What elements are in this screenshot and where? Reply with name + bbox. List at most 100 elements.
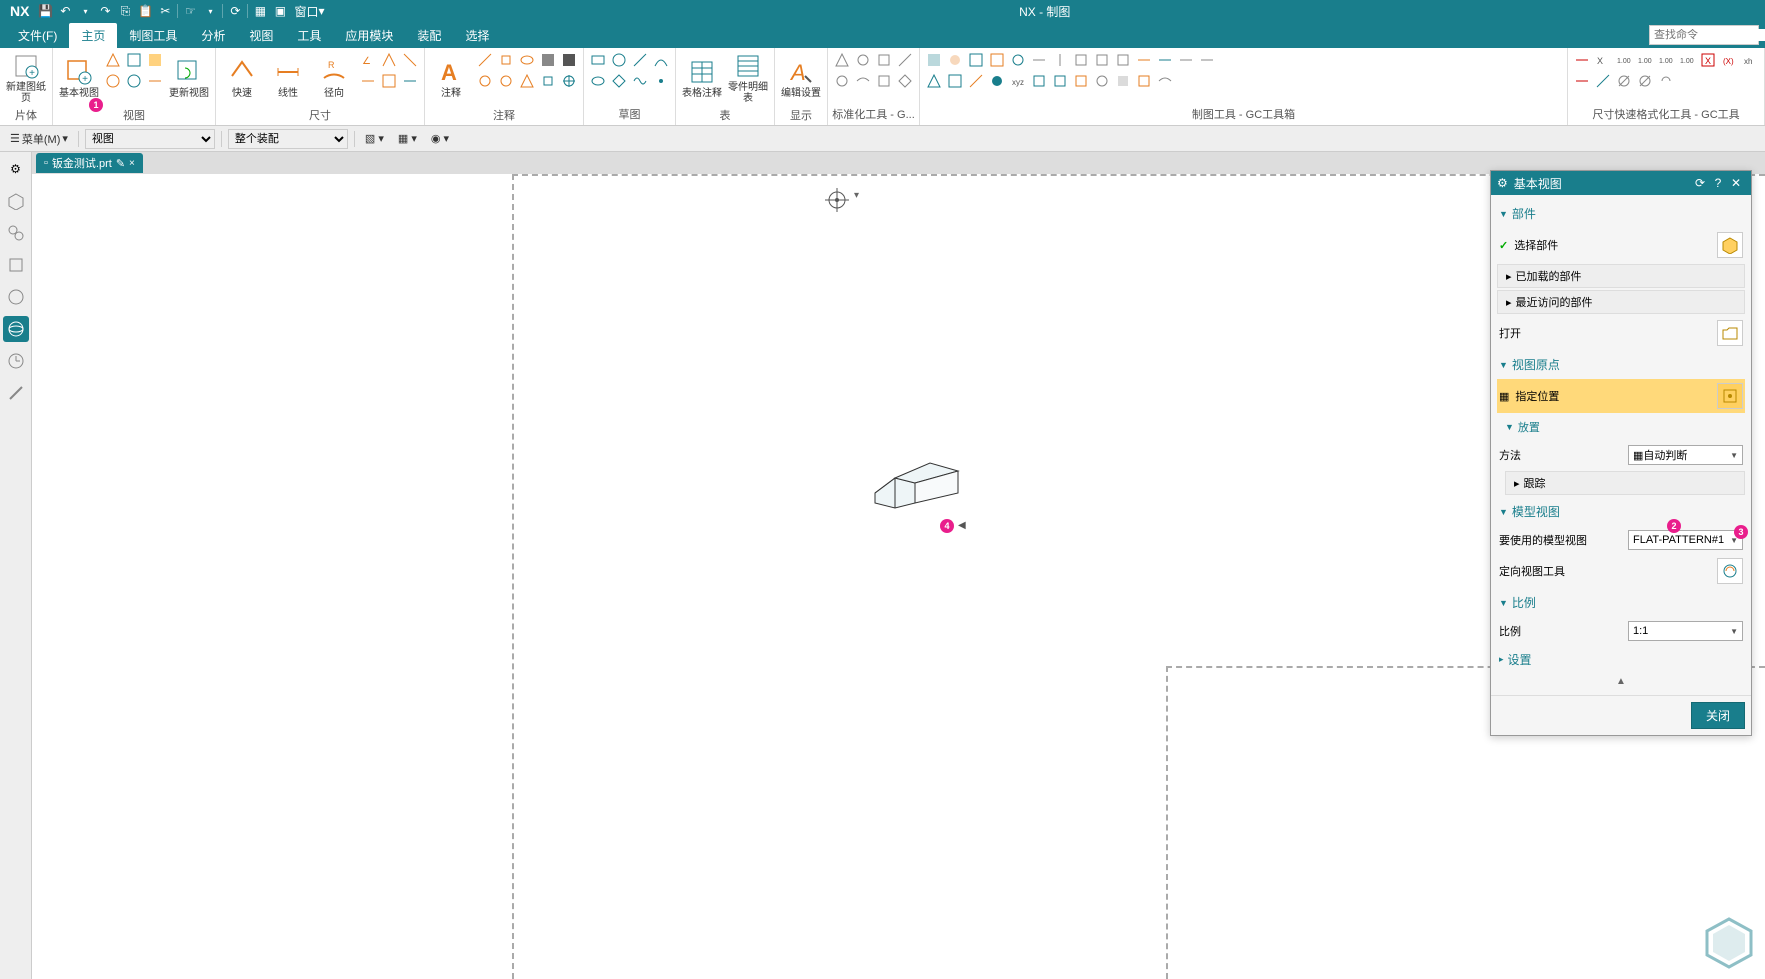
sketch-spline[interactable] (630, 71, 650, 91)
fmt-b1[interactable] (1572, 71, 1592, 91)
fmt-5[interactable]: 1.00 (1656, 50, 1676, 70)
gc-6[interactable] (1029, 50, 1049, 70)
rapid-dim-button[interactable]: 快速 (220, 50, 264, 106)
orient-tool-button[interactable] (1717, 558, 1743, 584)
ann-btn-10[interactable] (559, 71, 579, 91)
sketch-polygon[interactable] (609, 71, 629, 91)
tracking-row[interactable]: ▸跟踪 (1505, 471, 1745, 495)
std-3[interactable] (874, 50, 894, 70)
std-6[interactable] (853, 71, 873, 91)
touch-dropdown[interactable]: ▾ (200, 1, 220, 21)
select-part-icon-button[interactable] (1717, 232, 1743, 258)
menu-analysis[interactable]: 分析 (189, 23, 237, 48)
open-button[interactable] (1717, 320, 1743, 346)
fmt-b3[interactable] (1614, 71, 1634, 91)
view-btn-2[interactable] (124, 50, 144, 70)
gc-13[interactable] (1176, 50, 1196, 70)
method-combo[interactable]: ▦ 自动判断 ▼ (1628, 445, 1743, 465)
tb2-btn2[interactable]: ▦ ▾ (394, 130, 421, 147)
ann-btn-7[interactable] (496, 71, 516, 91)
menu-file[interactable]: 文件(F) (6, 23, 69, 48)
assembly-icon[interactable] (3, 220, 29, 246)
menu-assembly[interactable]: 装配 (405, 23, 453, 48)
update-view-button[interactable]: 更新视图 (167, 50, 211, 106)
fmt-b5[interactable] (1656, 71, 1676, 91)
gc-b7[interactable] (1050, 71, 1070, 91)
close-button[interactable]: 关闭 (1691, 702, 1745, 729)
linear-dim-button[interactable]: 线性 (266, 50, 310, 106)
search-input[interactable] (1650, 29, 1765, 41)
gear-icon[interactable]: ⚙ (1497, 176, 1508, 190)
section-view-origin[interactable]: ▼视图原点 (1497, 350, 1745, 379)
dialog-header[interactable]: ⚙ 基本视图 ⟳ ? ✕ (1491, 171, 1751, 195)
filter-select-2[interactable]: 整个装配 (228, 129, 348, 149)
new-sheet-button[interactable]: + 新建图纸页 (4, 50, 48, 106)
gc-4[interactable] (987, 50, 1007, 70)
radial-dim-button[interactable]: R 径向 (312, 50, 356, 106)
menu-select[interactable]: 选择 (453, 23, 501, 48)
ann-btn-8[interactable] (517, 71, 537, 91)
gc-b6[interactable] (1029, 71, 1049, 91)
dim-btn-3[interactable] (400, 50, 420, 70)
fmt-2[interactable]: X (1593, 50, 1613, 70)
tabular-note-button[interactable]: 表格注释 (680, 50, 724, 106)
sketch-circle[interactable] (609, 50, 629, 70)
view-btn-3[interactable] (145, 50, 165, 70)
repeat-icon[interactable]: ⟳ (225, 1, 245, 21)
tab-close-icon[interactable]: × (129, 158, 135, 169)
fmt-b2[interactable] (1593, 71, 1613, 91)
dim-btn-4[interactable] (358, 71, 378, 91)
gc-b10[interactable] (1113, 71, 1133, 91)
menu-button[interactable]: ☰ 菜单(M) ▾ (6, 129, 72, 149)
sketch-point[interactable] (651, 71, 671, 91)
ann-btn-1[interactable] (475, 50, 495, 70)
undo-icon[interactable]: ↶ (55, 1, 75, 21)
gc-b9[interactable] (1092, 71, 1112, 91)
loaded-parts-row[interactable]: ▸已加载的部件 (1497, 264, 1745, 288)
sketch-rect[interactable] (588, 50, 608, 70)
tile2-icon[interactable]: ▣ (270, 1, 290, 21)
std-8[interactable] (895, 71, 915, 91)
std-4[interactable] (895, 50, 915, 70)
globe-icon[interactable] (3, 316, 29, 342)
std-2[interactable] (853, 50, 873, 70)
view-btn-1[interactable] (103, 50, 123, 70)
undo-dropdown-icon[interactable]: ▾ (75, 1, 95, 21)
gc-b2[interactable] (945, 71, 965, 91)
ann-btn-4[interactable] (538, 50, 558, 70)
copy-icon[interactable]: ⎘ (115, 1, 135, 21)
paste-icon[interactable]: 📋 (135, 1, 155, 21)
recent-parts-row[interactable]: ▸最近访问的部件 (1497, 290, 1745, 314)
gc-b8[interactable] (1071, 71, 1091, 91)
gc-9[interactable] (1092, 50, 1112, 70)
gc-b4[interactable] (987, 71, 1007, 91)
fmt-9[interactable]: xh (1740, 50, 1760, 70)
specify-location-button[interactable] (1717, 383, 1743, 409)
save-icon[interactable]: 💾 (35, 1, 55, 21)
tool-icon[interactable] (3, 380, 29, 406)
tile-icon[interactable]: ▦ (250, 1, 270, 21)
note-button[interactable]: A 注释 (429, 50, 473, 106)
dim-btn-1[interactable]: ∠ (358, 50, 378, 70)
command-search[interactable]: 🔍 (1649, 25, 1759, 45)
cube-icon[interactable] (3, 188, 29, 214)
std-5[interactable] (832, 71, 852, 91)
tb2-btn3[interactable]: ◉ ▾ (427, 130, 453, 147)
ann-btn-5[interactable] (559, 50, 579, 70)
menu-drafting-tools[interactable]: 制图工具 (117, 23, 189, 48)
clock-icon[interactable] (3, 348, 29, 374)
dim-btn-5[interactable] (379, 71, 399, 91)
fmt-7[interactable]: X (1698, 50, 1718, 70)
menu-home[interactable]: 主页 (69, 23, 117, 48)
fmt-8[interactable]: (X) (1719, 50, 1739, 70)
dim-btn-2[interactable] (379, 50, 399, 70)
window-menu[interactable]: 窗口▾ (290, 1, 328, 21)
gc-7[interactable] (1050, 50, 1070, 70)
gc-12[interactable] (1155, 50, 1175, 70)
gc-b1[interactable] (924, 71, 944, 91)
gc-b3[interactable] (966, 71, 986, 91)
gc-11[interactable] (1134, 50, 1154, 70)
section-settings[interactable]: ▸设置 (1497, 645, 1745, 674)
tb2-btn1[interactable]: ▧ ▾ (361, 130, 388, 147)
section-model-view[interactable]: ▼模型视图 (1497, 497, 1745, 526)
